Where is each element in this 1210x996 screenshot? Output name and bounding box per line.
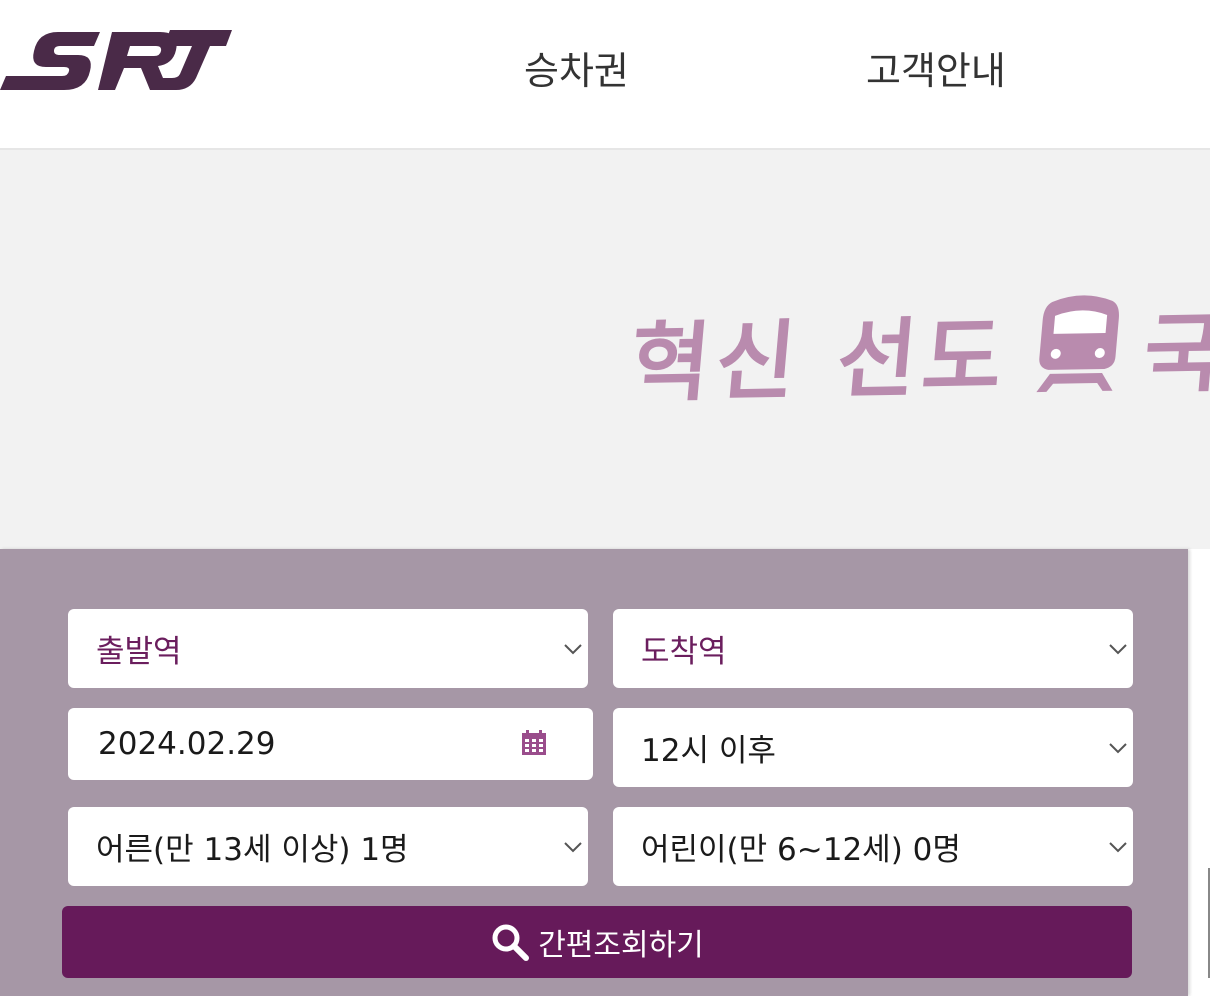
train-icon <box>1036 295 1120 393</box>
chevron-down-icon <box>564 643 582 654</box>
adult-count-select[interactable]: 어른(만 13세 이상) 1명 <box>68 807 588 886</box>
arrival-station-select[interactable]: 도착역 <box>613 609 1133 688</box>
date-input[interactable]: 2024.02.29 <box>68 708 593 780</box>
slogan-text-cont: 국 <box>1139 303 1210 406</box>
search-button-label: 간편조회하기 <box>538 928 704 963</box>
departure-station-select[interactable]: 출발역 <box>68 609 588 688</box>
chevron-down-icon <box>1109 742 1127 753</box>
quick-search-button[interactable]: 간편조회하기 <box>62 906 1132 978</box>
departure-time-select[interactable]: 12시 이후 <box>613 708 1133 787</box>
arrival-label: 도착역 <box>641 634 727 670</box>
search-icon <box>492 924 530 961</box>
header: 승차권 고객안내 <box>0 0 1210 150</box>
nav-customer-guide[interactable]: 고객안내 <box>866 40 1006 95</box>
adult-value: 어른(만 13세 이상) 1명 <box>96 832 409 868</box>
departure-label: 출발역 <box>96 634 182 670</box>
banner-slogan: 혁신 선도 국 <box>626 283 1210 418</box>
srt-logo[interactable] <box>0 26 232 96</box>
calendar-icon[interactable] <box>521 730 547 756</box>
chevron-down-icon <box>564 841 582 852</box>
slogan-text: 혁신 선도 <box>626 307 1013 415</box>
time-value: 12시 이후 <box>641 733 776 769</box>
chevron-down-icon <box>1109 643 1127 654</box>
child-count-select[interactable]: 어린이(만 6~12세) 0명 <box>613 807 1133 886</box>
nav-tickets[interactable]: 승차권 <box>524 40 629 95</box>
hero-banner: 혁신 선도 국 <box>0 150 1210 549</box>
chevron-down-icon <box>1109 841 1127 852</box>
date-value: 2024.02.29 <box>98 726 276 762</box>
child-value: 어린이(만 6~12세) 0명 <box>641 832 961 868</box>
